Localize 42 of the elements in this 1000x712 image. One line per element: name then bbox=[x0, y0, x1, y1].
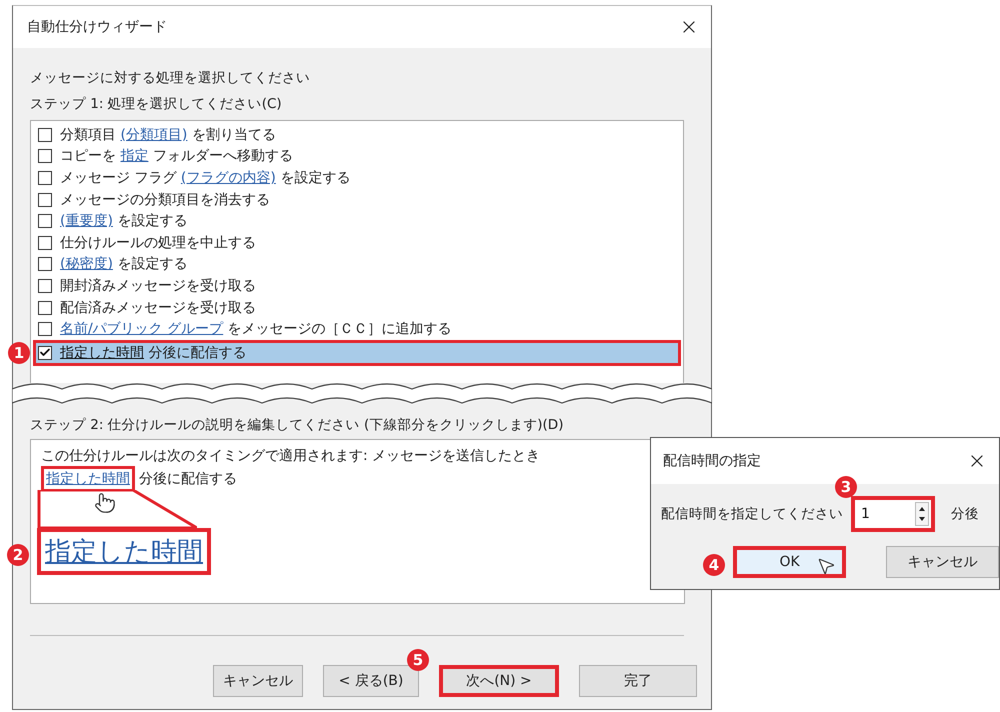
action-item[interactable]: (重要度) を設定する bbox=[33, 210, 681, 232]
wizard-button[interactable]: 完了 bbox=[579, 665, 697, 697]
action-text: (秘密度) を設定する bbox=[60, 255, 188, 274]
minutes-spinner[interactable]: 1 bbox=[851, 496, 935, 532]
field-label: 配信時間を指定してください bbox=[661, 505, 843, 524]
action-item[interactable]: (秘密度) を設定する bbox=[33, 254, 681, 276]
action-item[interactable]: 開封済みメッセージを受け取る bbox=[33, 275, 681, 297]
window-title: 自動仕分けウィザード bbox=[27, 18, 167, 36]
action-text: 分類項目 (分類項目) を割り当てる bbox=[60, 126, 276, 144]
step-number-badge: 4 bbox=[703, 554, 725, 576]
action-item[interactable]: 仕分けルールの処理を中止する bbox=[33, 232, 681, 254]
action-text: メッセージの分類項目を消去する bbox=[60, 190, 270, 209]
dialog-button[interactable]: キャンセル bbox=[886, 546, 999, 578]
step-number-badge: 1 bbox=[8, 342, 30, 364]
rule-description-text: 分後に配信する bbox=[139, 470, 237, 489]
step-label: ステップ 1: 処理を選択してください(C) bbox=[30, 95, 283, 114]
step-label: ステップ 2: 仕分けルールの説明を編集してください (下線部分をクリックします)(D) bbox=[30, 416, 564, 435]
action-item[interactable]: 分類項目 (分類項目) を割り当てる bbox=[33, 124, 681, 146]
action-item[interactable]: 配信済みメッセージを受け取る bbox=[33, 296, 681, 318]
step-number-badge: 5 bbox=[407, 649, 429, 671]
wizard-button[interactable]: 次へ(N) > bbox=[439, 665, 559, 697]
action-text: 仕分けルールの処理を中止する bbox=[60, 234, 256, 252]
action-item[interactable]: メッセージの分類項目を消去する bbox=[33, 188, 681, 210]
dialog-button[interactable]: OK bbox=[733, 546, 846, 578]
action-text: 開封済みメッセージを受け取る bbox=[60, 276, 256, 295]
action-item[interactable]: コピーを 指定 フォルダーへ移動する bbox=[33, 146, 681, 168]
action-text: コピーを 指定 フォルダーへ移動する bbox=[60, 147, 293, 166]
action-text: 配信済みメッセージを受け取る bbox=[60, 298, 256, 317]
action-text: (重要度) を設定する bbox=[60, 212, 188, 230]
unit-text: 分後 bbox=[951, 505, 979, 524]
window-title: 配信時間の指定 bbox=[663, 452, 761, 470]
action-text: 指定した時間 分後に配信する bbox=[60, 344, 246, 362]
action-text: 名前/パブリック グループ をメッセージの［ＣＣ］に追加する bbox=[60, 320, 452, 338]
wizard-button[interactable]: キャンセル bbox=[213, 665, 303, 697]
rule-description-text: この仕分けルールは次のタイミングで適用されます: メッセージを送信したとき bbox=[41, 447, 540, 466]
action-item[interactable]: 指定した時間 分後に配信する bbox=[33, 340, 681, 366]
wizard-button[interactable]: < 戻る(B) bbox=[323, 665, 419, 697]
prompt-text: メッセージに対する処理を選択してください bbox=[30, 69, 311, 88]
action-item[interactable]: メッセージ フラグ (フラグの内容) を設定する bbox=[33, 167, 681, 189]
action-item[interactable]: 名前/パブリック グループ をメッセージの［ＣＣ］に追加する bbox=[33, 318, 681, 340]
step-number-badge: 2 bbox=[7, 544, 29, 566]
action-text: メッセージ フラグ (フラグの内容) を設定する bbox=[60, 168, 350, 187]
